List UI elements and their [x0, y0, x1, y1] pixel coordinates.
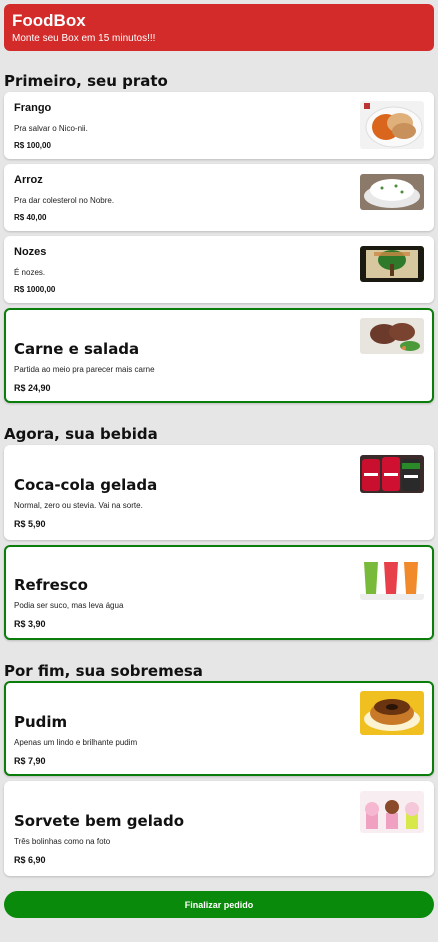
- item-description: Apenas um lindo e brilhante pudim: [14, 738, 138, 747]
- item-description: Partida ao meio pra parecer mais carne: [14, 365, 155, 374]
- finalize-order-button[interactable]: Finalizar pedido: [4, 891, 434, 918]
- app-subtitle: Monte seu Box em 15 minutos!!!: [12, 33, 156, 44]
- pudding-photo: [360, 691, 424, 735]
- item-description: Três bolinhas como na foto: [14, 837, 111, 846]
- dish-card-nozes[interactable]: Nozes É nozes. R$ 1000,00: [4, 236, 434, 303]
- dish-card-arroz[interactable]: Arroz Pra dar colesterol no Nobre. R$ 40…: [4, 164, 434, 231]
- dessert-card-sorvete[interactable]: Sorvete bem gelado Três bolinhas como na…: [4, 781, 434, 876]
- juice-photo: [360, 556, 424, 600]
- app-title: FoodBox: [12, 11, 86, 30]
- item-price: R$ 6,90: [14, 855, 46, 865]
- ice-cream-photo: [360, 791, 424, 833]
- dessert-card-pudim[interactable]: Pudim Apenas um lindo e brilhante pudim …: [4, 681, 434, 776]
- item-price: R$ 5,90: [14, 519, 46, 529]
- section-title-dish: Primeiro, seu prato: [4, 72, 168, 90]
- item-price: R$ 1000,00: [14, 285, 56, 294]
- dish-card-carne-e-salada[interactable]: Carne e salada Partida ao meio pra parec…: [4, 308, 434, 403]
- chicken-photo: [360, 101, 424, 149]
- item-description: Podia ser suco, mas leva água: [14, 601, 124, 610]
- drink-card-coca-cola[interactable]: Coca-cola gelada Normal, zero ou stevia.…: [4, 445, 434, 540]
- rice-photo: [360, 174, 424, 210]
- item-price: R$ 7,90: [14, 756, 46, 766]
- dish-card-frango[interactable]: Frango Pra salvar o Nico-nii. R$ 100,00: [4, 92, 434, 159]
- item-price: R$ 3,90: [14, 619, 46, 629]
- item-description: Normal, zero ou stevia. Vai na sorte.: [14, 501, 143, 510]
- section-title-dessert: Por fim, sua sobremesa: [4, 662, 203, 680]
- coca-cola-photo: [360, 455, 424, 493]
- drink-card-refresco[interactable]: Refresco Podia ser suco, mas leva água R…: [4, 545, 434, 640]
- item-price: R$ 40,00: [14, 213, 47, 222]
- item-price: R$ 24,90: [14, 383, 51, 393]
- nuts-photo: [360, 246, 424, 282]
- section-title-drink: Agora, sua bebida: [4, 425, 158, 443]
- app-header: FoodBox Monte seu Box em 15 minutos!!!: [4, 4, 434, 51]
- meat-salad-photo: [360, 318, 424, 354]
